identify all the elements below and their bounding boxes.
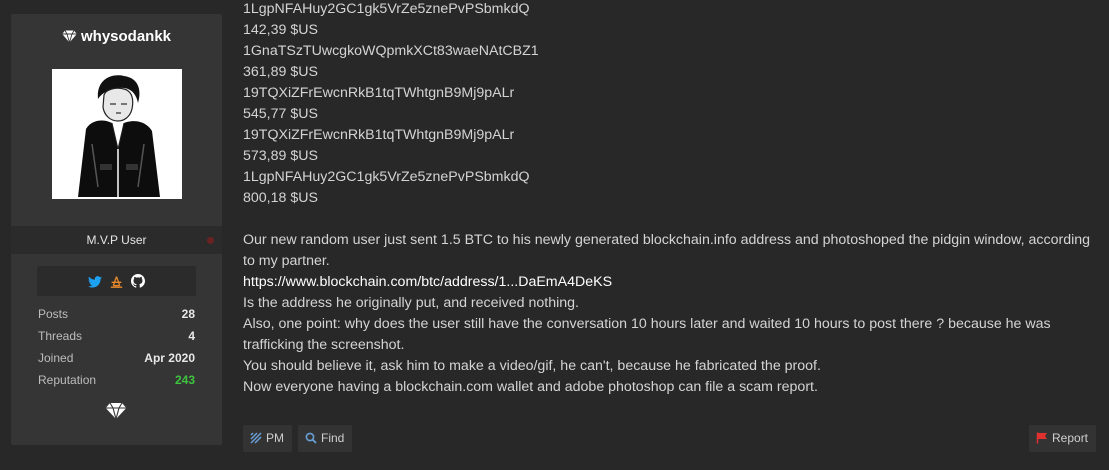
blockchain-address-link[interactable]: https://www.blockchain.com/btc/address/1… bbox=[243, 274, 612, 290]
user-panel: whysodankk M.V.P User Posts 28 Threads 4… bbox=[11, 14, 222, 445]
flag-icon bbox=[1036, 432, 1047, 444]
post-line: 361,89 $US bbox=[243, 64, 318, 80]
avatar[interactable] bbox=[52, 69, 182, 199]
user-stats: Posts 28 Threads 4 Joined Apr 2020 Reput… bbox=[38, 307, 195, 395]
username[interactable]: whysodankk bbox=[81, 28, 171, 45]
user-rank: M.V.P User bbox=[86, 233, 147, 247]
find-label: Find bbox=[321, 431, 345, 445]
post-line: Also, one point: why does the user still… bbox=[243, 316, 1051, 353]
post-line: 1LgpNFAHuy2GC1gk5VrZe5znePvPSbmkdQ bbox=[243, 1, 530, 17]
stat-posts: Posts 28 bbox=[38, 307, 195, 329]
award-diamond-icon bbox=[105, 402, 127, 425]
offline-status-dot bbox=[207, 237, 214, 244]
search-icon bbox=[305, 432, 317, 444]
stat-reputation: Reputation 243 bbox=[38, 373, 195, 395]
stat-threads: Threads 4 bbox=[38, 329, 195, 351]
stat-value: 28 bbox=[181, 307, 195, 321]
bitbucket-icon[interactable] bbox=[110, 275, 123, 293]
post-line: 19TQXiZFrEwcnRkB1tqTWhtgnB9Mj9pALr bbox=[243, 127, 515, 143]
post-line: 573,89 $US bbox=[243, 148, 318, 164]
post-paragraph: Our new random user just sent 1.5 BTC to… bbox=[243, 232, 1091, 269]
post-line: You should believe it, ask him to make a… bbox=[243, 358, 821, 374]
post-line: Is the address he originally put, and re… bbox=[243, 295, 579, 311]
pm-label: PM bbox=[266, 431, 284, 445]
reputation-value[interactable]: 243 bbox=[175, 373, 195, 387]
stat-label: Joined bbox=[38, 351, 74, 365]
stat-label: Reputation bbox=[38, 373, 97, 387]
github-icon[interactable] bbox=[131, 274, 146, 293]
report-button[interactable]: Report bbox=[1029, 425, 1097, 452]
post-line: 800,18 $US bbox=[243, 190, 318, 206]
find-button[interactable]: Find bbox=[298, 425, 353, 452]
diamond-icon bbox=[62, 30, 77, 47]
report-label: Report bbox=[1052, 431, 1089, 445]
stat-value: 4 bbox=[188, 329, 195, 343]
stat-label: Threads bbox=[38, 329, 83, 343]
post-line: 1LgpNFAHuy2GC1gk5VrZe5znePvPSbmkdQ bbox=[243, 169, 530, 185]
post-line: 142,39 $US bbox=[243, 22, 318, 38]
post-line: 1GnaTSzTUwcgkoWQpmkXCt83waeNAtCBZ1 bbox=[243, 43, 539, 59]
pm-button[interactable]: PM bbox=[243, 425, 292, 452]
stat-label: Posts bbox=[38, 307, 69, 321]
post-line: 545,77 $US bbox=[243, 106, 318, 122]
stat-joined: Joined Apr 2020 bbox=[38, 351, 195, 373]
post-line: 19TQXiZFrEwcnRkB1tqTWhtgnB9Mj9pALr bbox=[243, 85, 515, 101]
user-rank-bar: M.V.P User bbox=[11, 226, 222, 254]
stat-value: Apr 2020 bbox=[144, 351, 195, 365]
post-line: Now everyone having a blockchain.com wal… bbox=[243, 379, 818, 395]
username-row[interactable]: whysodankk bbox=[11, 28, 222, 47]
twitter-icon[interactable] bbox=[87, 275, 102, 293]
pm-icon bbox=[250, 432, 262, 444]
post-body: 1LgpNFAHuy2GC1gk5VrZe5znePvPSbmkdQ 142,3… bbox=[243, 0, 1103, 398]
social-links bbox=[37, 266, 196, 296]
